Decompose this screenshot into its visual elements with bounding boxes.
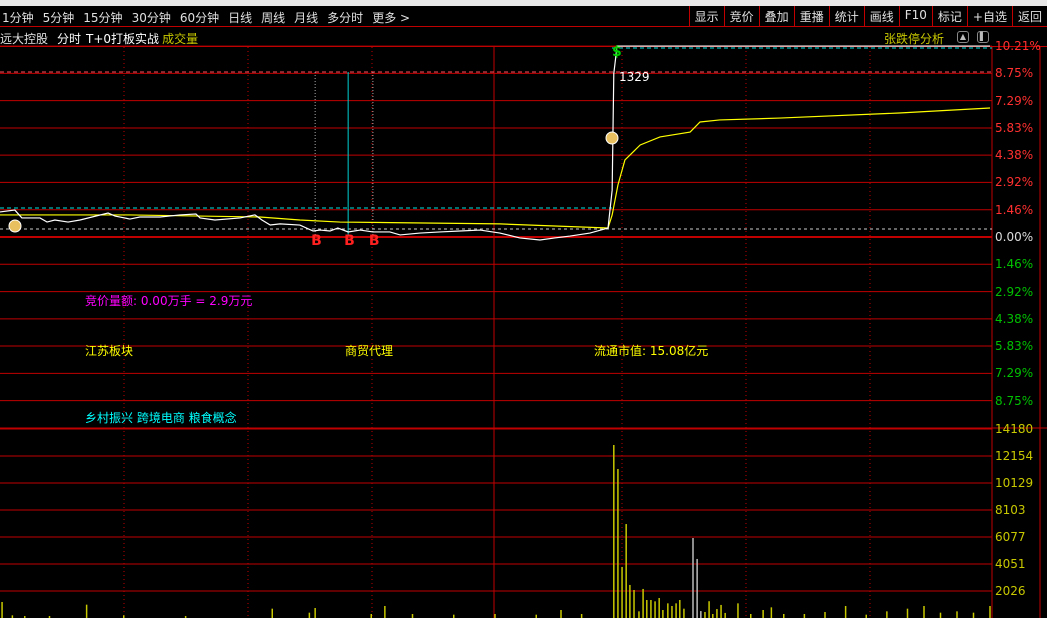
price-axis-label: 7.29% (995, 93, 1034, 108)
price-axis-label: 5.83% (995, 120, 1034, 135)
price-axis-label: 4.38% (995, 311, 1034, 326)
buy-marker: B (311, 233, 322, 249)
buy-marker: B (368, 233, 380, 249)
volume-axis-label: 12154 (995, 449, 1034, 463)
region-sector[interactable]: 江苏板块 (85, 342, 133, 359)
price-axis-label: 8.75% (995, 393, 1034, 408)
price-axis-label: 0.00% (995, 230, 1034, 244)
volume-axis-label: 4051 (995, 557, 1026, 571)
price-axis-label: 7.29% (995, 366, 1034, 381)
price-axis-label: 1.46% (995, 257, 1034, 272)
money-bag-icon (605, 131, 619, 145)
concept-tags[interactable]: 乡村振兴 跨境电商 粮食概念 (85, 409, 237, 426)
volume-axis-label: 6077 (995, 530, 1026, 544)
auction-info: 竞价量额: 0.00万手 = 2.9万元 (85, 294, 253, 308)
price-axis-label: 1.46% (995, 202, 1034, 217)
price-axis-label: 4.38% (995, 148, 1034, 163)
dollar-marker-icon: $ (612, 44, 622, 60)
price-line (0, 45, 990, 241)
volume-axis-label: 10129 (995, 475, 1034, 490)
price-axis-label: 2.92% (995, 175, 1034, 190)
volume-axis-label: 14180 (995, 422, 1034, 436)
price-axis-label: 10.21% (995, 39, 1041, 54)
volume-axis-label: 2026 (995, 583, 1026, 598)
intraday-chart[interactable] (0, 0, 1047, 618)
price-axis-label: 8.75% (995, 66, 1034, 81)
volume-axis-label: 8103 (995, 502, 1026, 517)
price-axis-label: 2.92% (995, 284, 1034, 299)
spike-volume-label: 1329 (619, 70, 650, 84)
industry-sector[interactable]: 商贸代理 (345, 342, 393, 359)
float-market-cap: 流通市值: 15.08亿元 (594, 344, 709, 358)
buy-marker: B (344, 233, 355, 249)
price-axis-label: 5.83% (995, 339, 1034, 354)
money-bag-icon (8, 219, 22, 233)
